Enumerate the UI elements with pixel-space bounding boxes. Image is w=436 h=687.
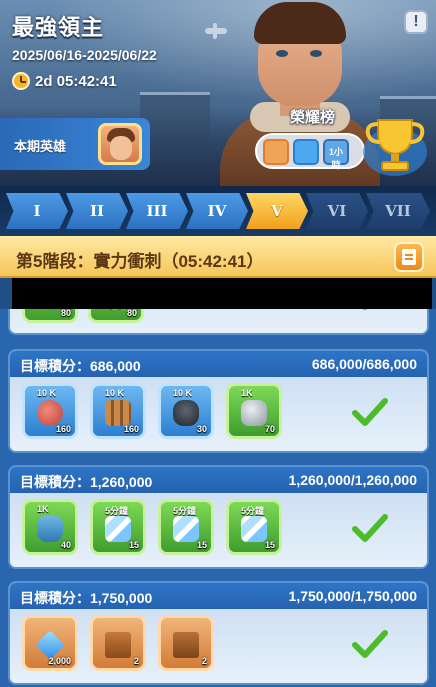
reward-item[interactable]: 10 K 160	[22, 383, 78, 439]
wood-icon	[103, 309, 129, 310]
reward-item[interactable]: 5分鐘 15	[90, 499, 146, 555]
reward-item[interactable]: 5分鐘 15	[226, 499, 282, 555]
goal-target-score: 目標積分：1,260,000	[20, 474, 153, 490]
reward-tag: 10 K	[105, 388, 125, 398]
goal-header: 目標積分：1,750,000 1,750,000/1,750,000	[10, 583, 427, 609]
goal-progress: 1,750,000/1,750,000	[288, 588, 417, 604]
event-title: 最強領主	[12, 15, 105, 40]
stage-tab-4[interactable]: IV	[186, 193, 248, 229]
reward-item[interactable]: 1K 70	[226, 383, 282, 439]
stage-tab-6[interactable]: VI	[306, 193, 368, 229]
event-timer: 2d 05:42:41	[12, 70, 117, 92]
goal-card: 80 80	[8, 309, 429, 335]
stage-tab-3[interactable]: III	[126, 193, 188, 229]
reward-tag: 10 K	[173, 388, 193, 398]
check-icon	[352, 514, 388, 542]
honor-hero-icon	[263, 139, 289, 165]
honor-speedup-icon: 1小時	[323, 139, 349, 170]
reward-quantity: 160	[123, 424, 139, 434]
book-icon	[173, 632, 199, 658]
trophy-icon[interactable]	[360, 112, 430, 178]
reward-item[interactable]: 2	[90, 615, 146, 671]
meat-icon	[37, 400, 63, 426]
speedup-icon	[173, 516, 199, 542]
stage-tab-7[interactable]: VII	[366, 193, 430, 229]
check-icon	[362, 309, 368, 310]
reward-quantity: 15	[264, 540, 275, 550]
goal-list[interactable]: 80 80 目標積分：686,000 686,000/686,000 10 K …	[0, 309, 436, 687]
meat-icon	[37, 309, 63, 310]
reward-quantity: 2	[201, 656, 207, 666]
goal-rewards: 80 80	[10, 309, 427, 333]
reward-quantity: 2	[133, 656, 139, 666]
goal-card: 目標積分：686,000 686,000/686,000 10 K 160 10…	[8, 349, 429, 453]
check-icon	[352, 630, 388, 658]
reward-tag: 1K	[37, 504, 49, 514]
honor-speedup-label: 1小時	[328, 147, 343, 170]
event-date-range: 2025/06/16-2025/06/22	[12, 47, 157, 63]
goal-rewards: 2,000 2 2	[10, 609, 427, 683]
goal-target-score: 目標積分：1,750,000	[20, 590, 153, 606]
reward-item[interactable]: 80	[22, 309, 78, 323]
goal-rewards: 1K 40 5分鐘 15 5分鐘 15 5分鐘 15	[10, 493, 427, 567]
goal-header: 目標積分：1,260,000 1,260,000/1,260,000	[10, 467, 427, 493]
clock-icon	[12, 72, 30, 90]
speedup-icon	[241, 516, 267, 542]
hero-hair	[254, 2, 346, 44]
stage-tab-bar: I II III IV V VI VII	[0, 186, 436, 236]
event-banner: 最強領主 2025/06/16-2025/06/22 2d 05:42:41 !…	[0, 0, 436, 186]
honor-ranking-label: 榮耀榜	[290, 109, 336, 126]
wood-icon	[105, 400, 131, 426]
goal-card: 目標積分：1,260,000 1,260,000/1,260,000 1K 40…	[8, 465, 429, 569]
period-hero-label: 本期英雄	[14, 139, 67, 154]
hero-eye	[276, 50, 288, 57]
reward-quantity: 2,000	[48, 656, 71, 666]
phase-header: 第5階段：實力衝刺（05:42:41）	[0, 236, 436, 278]
speedup-icon	[105, 516, 131, 542]
coal-icon	[173, 400, 199, 426]
reward-tag: 1K	[241, 388, 253, 398]
goal-header: 目標積分：686,000 686,000/686,000	[10, 351, 427, 377]
hero-eye	[310, 50, 322, 57]
reward-quantity: 30	[196, 424, 207, 434]
reward-quantity: 80	[126, 309, 137, 318]
reward-quantity: 80	[60, 309, 71, 318]
timer-text: 2d 05:42:41	[35, 72, 117, 90]
reward-quantity: 40	[60, 540, 71, 550]
details-button[interactable]	[394, 242, 424, 272]
goal-target-score: 目標積分：686,000	[20, 358, 141, 374]
reward-quantity: 15	[128, 540, 139, 550]
reward-item[interactable]: 10 K 30	[158, 383, 214, 439]
reward-quantity: 160	[55, 424, 71, 434]
reward-item[interactable]: 2,000	[22, 615, 78, 671]
stage-tab-2[interactable]: II	[66, 193, 128, 229]
redaction-bar	[12, 278, 432, 309]
goal-card: 目標積分：1,750,000 1,750,000/1,750,000 2,000…	[8, 581, 429, 685]
period-hero-panel[interactable]: 本期英雄	[0, 118, 150, 170]
reward-quantity: 15	[196, 540, 207, 550]
stage-tab-1[interactable]: I	[6, 193, 68, 229]
goal-progress: 686,000/686,000	[311, 356, 417, 372]
bottle-icon	[37, 516, 63, 542]
reward-item[interactable]: 80	[88, 309, 144, 323]
stage-tab-5[interactable]: V	[246, 193, 308, 229]
reward-item[interactable]: 1K 40	[22, 499, 78, 555]
stone-icon	[241, 400, 267, 426]
reward-item[interactable]: 10 K 160	[90, 383, 146, 439]
goal-progress: 1,260,000/1,260,000	[288, 472, 417, 488]
phase-title: 第5階段：實力衝刺（05:42:41）	[16, 252, 264, 271]
info-button[interactable]: !	[404, 10, 428, 34]
reward-quantity: 70	[264, 424, 275, 434]
hero-portrait-icon[interactable]	[98, 123, 142, 165]
goal-rewards: 10 K 160 10 K 160 10 K 30 1K 70	[10, 377, 427, 451]
reward-item[interactable]: 5分鐘 15	[158, 499, 214, 555]
portrait-face	[110, 136, 132, 160]
reward-tag: 10 K	[37, 388, 57, 398]
check-icon	[352, 398, 388, 426]
book-icon	[105, 632, 131, 658]
reward-item[interactable]: 2	[158, 615, 214, 671]
honor-gem-icon	[293, 139, 319, 165]
honor-ranking-panel[interactable]: 1小時	[255, 133, 365, 170]
